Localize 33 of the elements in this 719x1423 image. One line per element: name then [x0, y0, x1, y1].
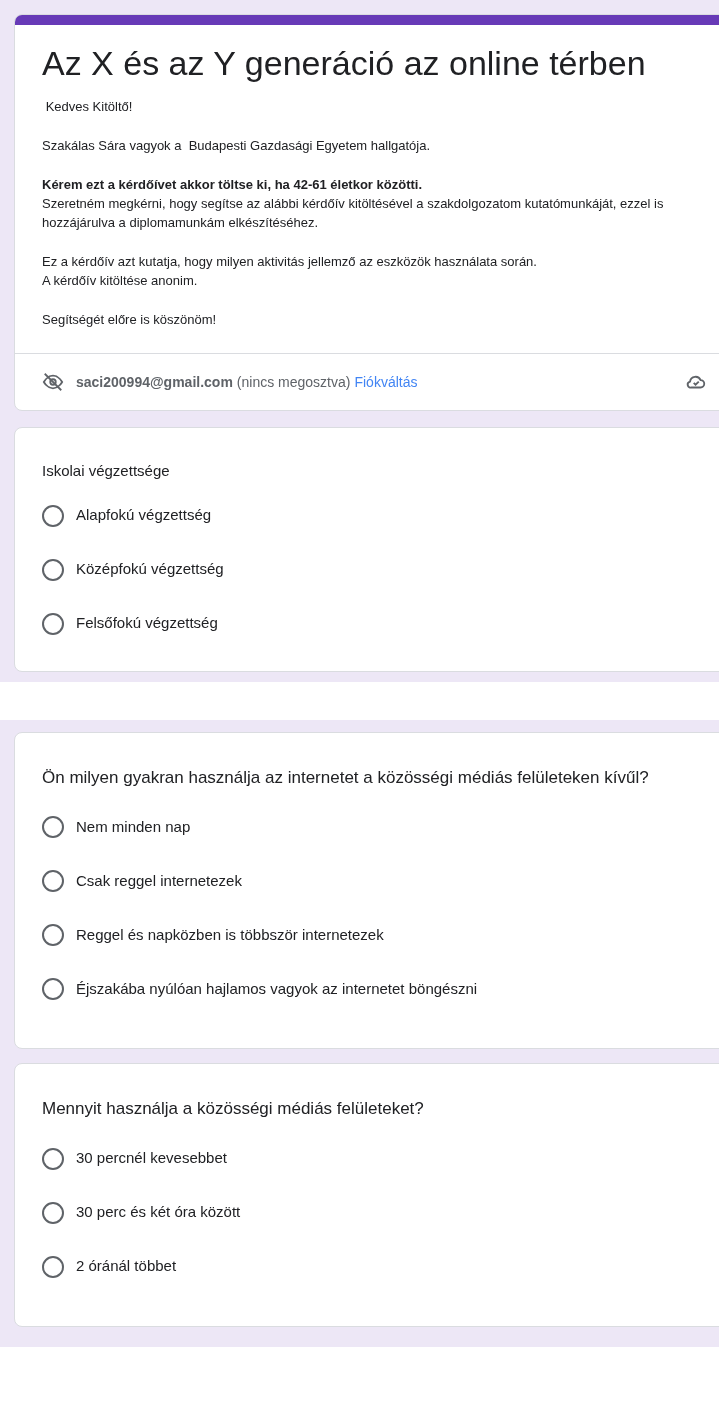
account-email: saci200994@gmail.com	[76, 372, 233, 392]
option-label: Csak reggel internetezek	[76, 870, 242, 891]
option-label: Reggel és napközben is többször internetezek	[76, 924, 384, 945]
radio-button[interactable]	[42, 1201, 64, 1224]
option-label: 2 óránál többet	[76, 1256, 177, 1277]
question-title: Iskolai végzettsége	[42, 461, 171, 481]
description-paragraph: Ez a kérdőív azt kutatja, hogy milyen aktivitás jellemző az eszközök használata során. A kérdőív kitöltése anonim.	[42, 253, 538, 290]
radio-button[interactable]	[42, 978, 64, 1000]
radio-button[interactable]	[42, 924, 64, 946]
option-label: Felsőfokú végzettség	[76, 613, 218, 634]
option-label: Nem minden nap	[76, 816, 191, 837]
radio-button[interactable]	[42, 1147, 64, 1170]
hidden-eye-icon	[42, 371, 64, 393]
option-label: Alapfokú végzettség	[76, 505, 212, 526]
option-label: Éjszakába nyúlóan hajlamos vagyok az internetet böngészni	[76, 978, 478, 999]
radio-button[interactable]	[42, 558, 64, 581]
account-note: (nincs megosztva)	[236, 372, 351, 392]
radio-button[interactable]	[42, 870, 64, 892]
form-title: Az X és az Y generáció az online térben	[42, 43, 647, 84]
option-label: 30 perc és két óra között	[76, 1202, 241, 1223]
question-title: Mennyit használja a közösségi médiás felületeket?	[42, 1098, 425, 1120]
description-paragraph: Kedves Kitöltő!	[44, 98, 134, 116]
option-label: Középfokú végzettség	[76, 559, 224, 580]
description-paragraph: Szakálas Sára vagyok a Budapesti Gazdasági Egyetem hallgatója.	[42, 137, 432, 155]
radio-button[interactable]	[42, 612, 64, 635]
radio-button[interactable]	[42, 504, 64, 527]
radio-button[interactable]	[42, 816, 64, 838]
switch-account-link[interactable]: Fiókváltás	[354, 371, 418, 393]
question-title: Ön milyen gyakran használja az internetet a közösségi médiás felületeken kívűl?	[42, 766, 650, 789]
option-label: 30 percnél kevesebbet	[76, 1148, 227, 1169]
description-paragraph: Segítségét előre is köszönöm!	[42, 311, 218, 329]
radio-button[interactable]	[42, 1255, 64, 1278]
description-paragraph: Kérem ezt a kérdőívet akkor töltse ki, ha 42-61 életkor közötti. Szeretném megkérni, hogy segítse az alábbi kérdőív kitöltésével a szakdolgozatom kutatómunkáját, ezzel is hozzájárulva a diplomamunkám elkészítéséhez.	[42, 176, 665, 232]
